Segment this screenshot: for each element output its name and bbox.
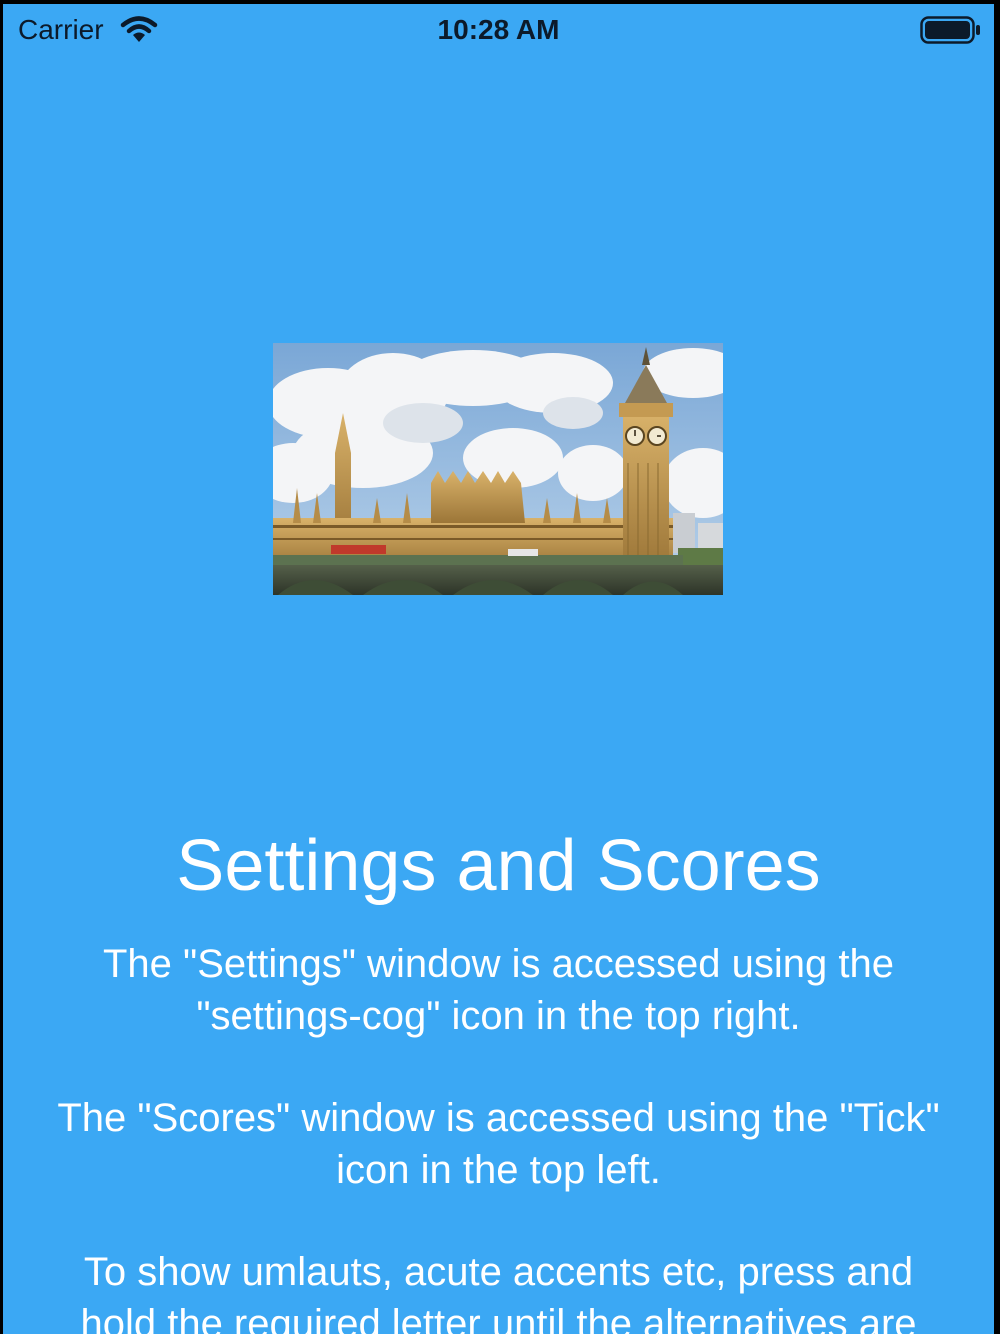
settings-help-paragraph: The "Settings" window is accessed using … [102,942,895,1038]
houses-of-parliament-photo [273,343,723,595]
accents-help-paragraph: To show umlauts, acute accents etc, pres… [80,1250,917,1334]
page-title: Settings and Scores [176,826,821,906]
scores-help-paragraph: The "Scores" window is accessed using th… [57,1096,940,1192]
status-time: 10:28 AM [437,14,560,45]
battery-icon [920,16,980,44]
status-bar: Carrier 10:28 AM [3,4,994,56]
help-screen: Carrier 10:28 AM Settings and Scores The… [3,4,994,1334]
